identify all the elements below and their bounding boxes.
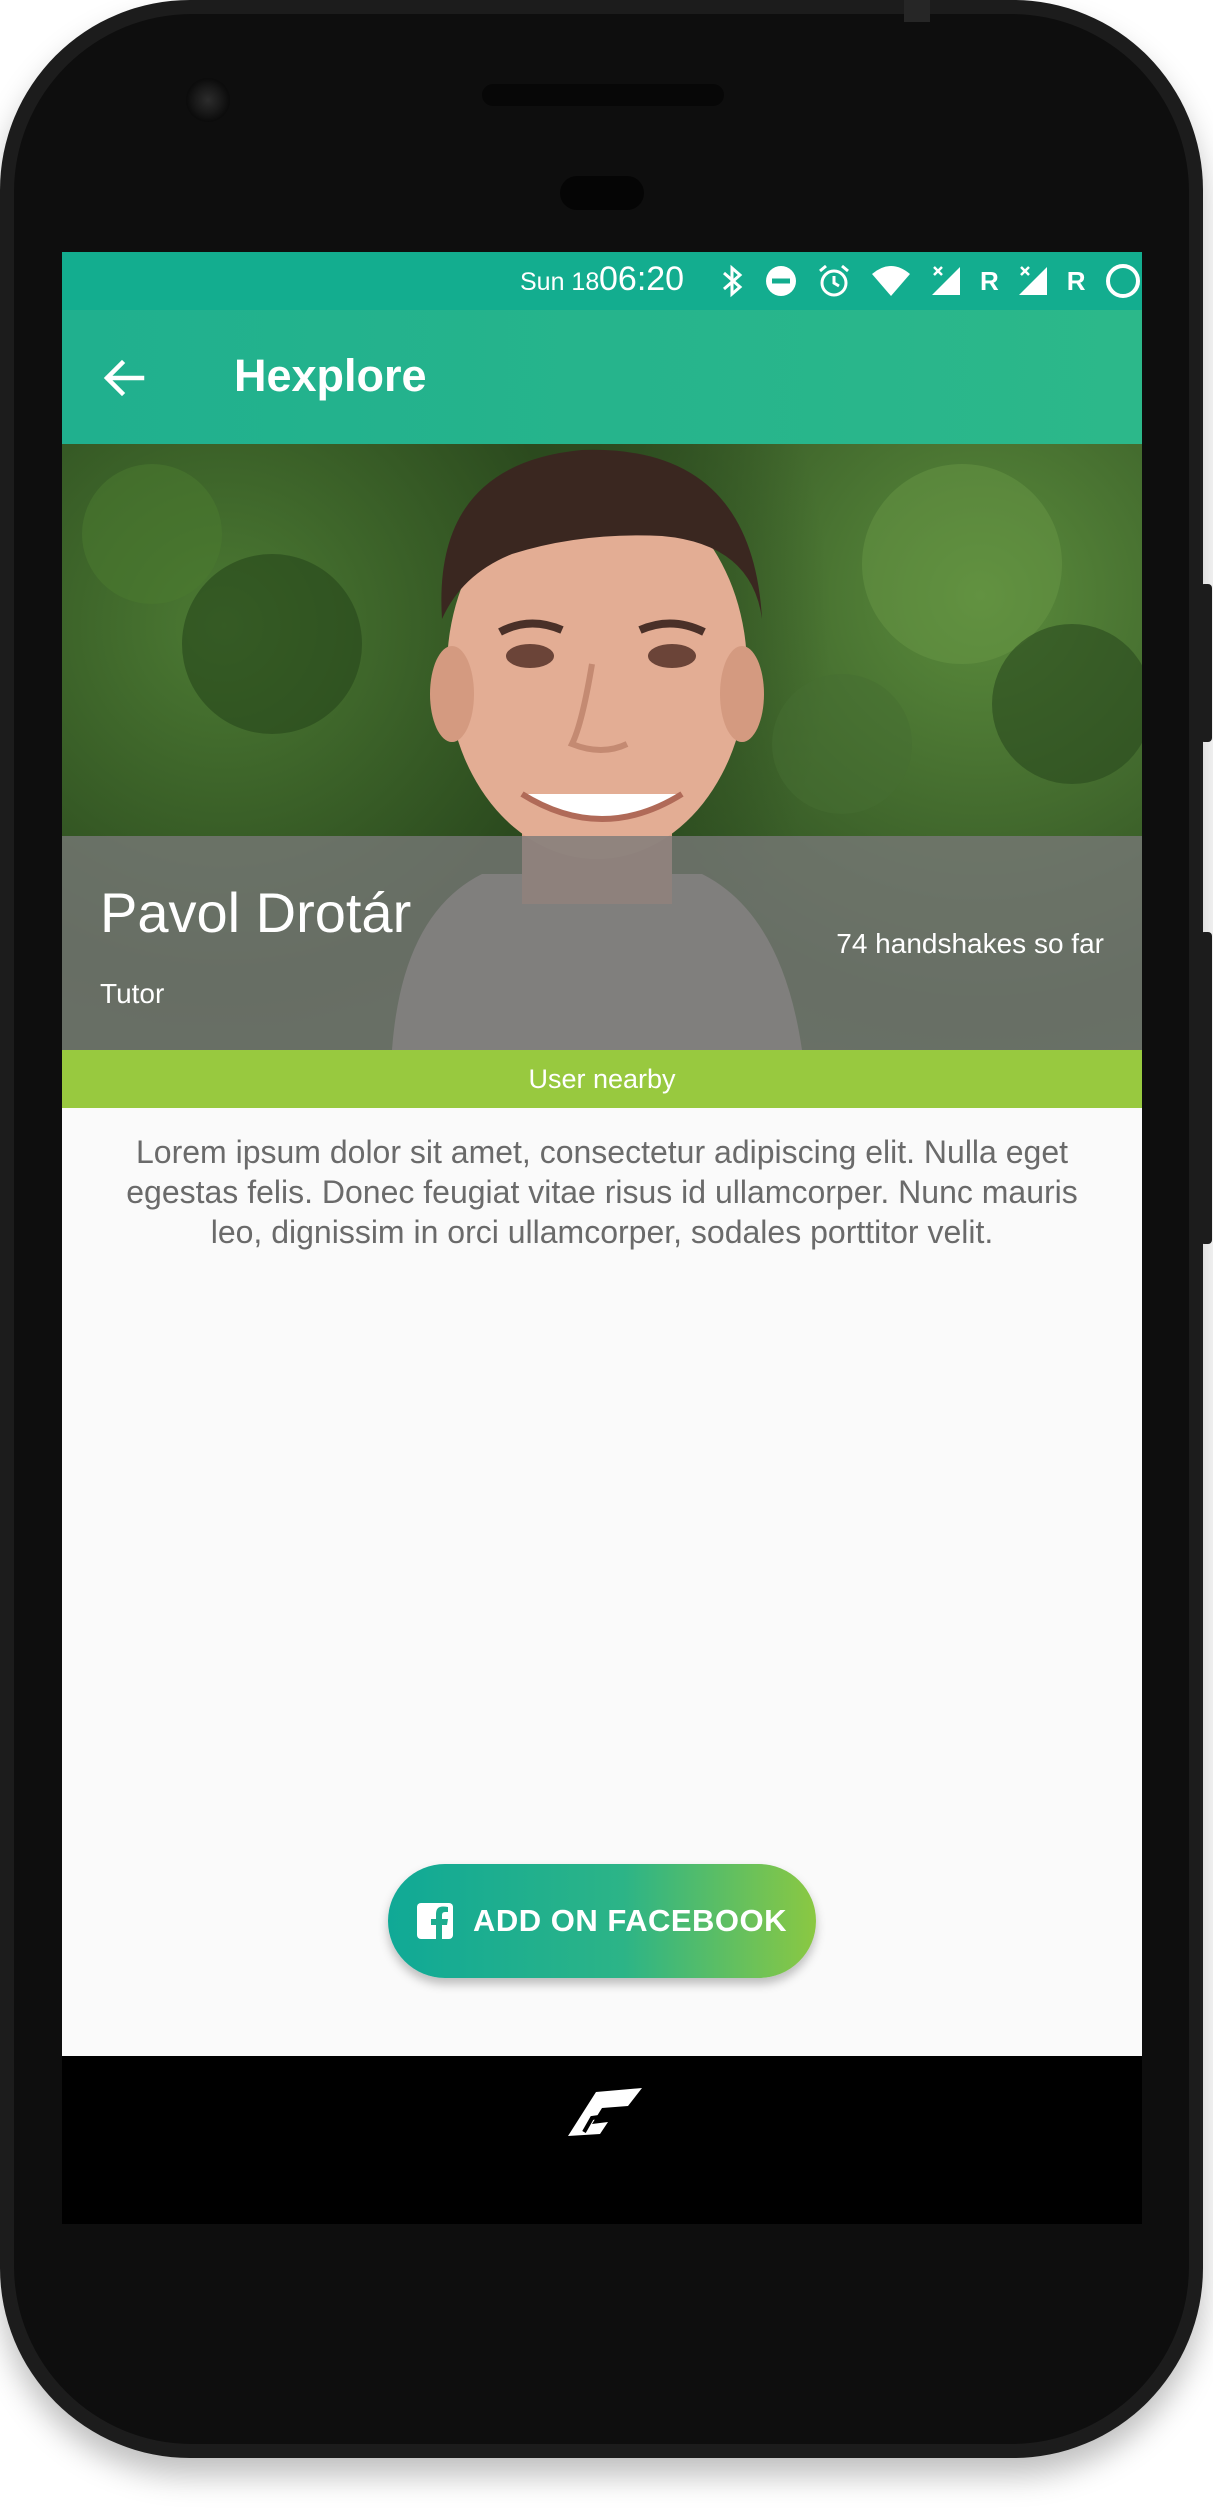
launcher-logo-icon <box>568 2088 642 2136</box>
front-camera <box>186 78 230 122</box>
user-role: Tutor <box>100 978 165 1009</box>
battery-icon <box>1105 264 1140 298</box>
profile-info-overlay: Pavol Drotár Tutor 74 handshakes so far <box>62 836 1142 1050</box>
roaming-indicator: R <box>980 265 999 296</box>
signal-icon <box>932 266 960 295</box>
facebook-icon <box>416 1903 453 1939</box>
alarm-icon <box>819 264 849 297</box>
user-nearby-banner: User nearby <box>62 1050 1142 1108</box>
status-time: 06:20 <box>599 260 685 298</box>
user-bio: Lorem ipsum dolor sit amet, consectetur … <box>126 1134 1078 1250</box>
profile-photo: Pavol Drotár Tutor 74 handshakes so far <box>62 444 1142 1050</box>
proximity-sensor <box>560 176 644 210</box>
earpiece-speaker <box>482 84 724 106</box>
navigation-bar <box>62 2056 1142 2224</box>
phone-top-button <box>904 0 930 22</box>
status-bar: Sun 18 06:20 R R <box>62 252 1142 310</box>
user-nearby-label: User nearby <box>528 1063 676 1094</box>
add-on-facebook-button[interactable]: ADD ON FACEBOOK <box>388 1864 816 1978</box>
add-on-facebook-label: ADD ON FACEBOOK <box>472 1903 788 1938</box>
home-button[interactable] <box>562 2084 646 2145</box>
status-date: Sun 18 <box>520 268 600 296</box>
status-icons: R R <box>720 258 1142 304</box>
app-title: Hexplore <box>234 350 427 401</box>
handshakes-count: 74 handshakes so far <box>836 928 1104 959</box>
user-name: Pavol Drotár <box>100 881 412 944</box>
roaming-indicator-2: R <box>1066 265 1086 296</box>
app-bar: Hexplore <box>62 310 1142 444</box>
back-button[interactable] <box>96 350 152 406</box>
phone-volume-button <box>1200 584 1212 742</box>
bluetooth-icon <box>723 264 743 298</box>
phone-power-button <box>1200 932 1212 1244</box>
do-not-disturb-icon <box>766 266 796 296</box>
wifi-icon <box>872 266 910 296</box>
arrow-left-icon <box>103 359 145 397</box>
signal-icon-2 <box>1018 266 1047 295</box>
app-screen: Sun 18 06:20 R R Hexplore Pavol Drotár T… <box>62 252 1142 2056</box>
